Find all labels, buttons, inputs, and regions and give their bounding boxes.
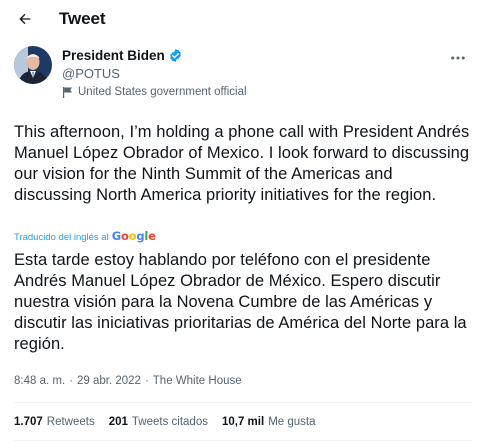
tweet-source[interactable]: The White House [153, 375, 242, 387]
quote-tweets-stat[interactable]: 201 Tweets citados [109, 416, 208, 428]
quote-tweets-label: Tweets citados [131, 416, 208, 428]
likes-stat[interactable]: 10,7 mil Me gusta [222, 416, 316, 428]
retweets-count: 1.707 [14, 416, 43, 428]
back-button[interactable] [11, 5, 39, 33]
translated-by-text: Traducido del inglés al [14, 232, 109, 243]
tweet-stats: 1.707 Retweets 201 Tweets citados 10,7 m… [14, 416, 316, 428]
author-name[interactable]: President Biden [62, 48, 165, 63]
divider [14, 402, 472, 403]
translation-attribution[interactable]: Traducido del inglés al Google [14, 229, 156, 243]
more-options-button[interactable] [448, 48, 468, 68]
tweet-meta: 8:48 a. m. · 29 abr. 2022 · The White Ho… [14, 375, 242, 387]
tweet-text: This afternoon, I’m holding a phone call… [14, 123, 470, 204]
likes-count: 10,7 mil [221, 416, 265, 428]
google-logo: Google [111, 229, 156, 243]
verified-badge-icon [169, 48, 181, 63]
retweets-stat[interactable]: 1.707 Retweets [14, 416, 95, 428]
avatar-photo [14, 46, 52, 84]
tweet-date[interactable]: 29 abr. 2022 [77, 375, 141, 387]
author-handle[interactable]: @POTUS [62, 66, 120, 81]
quote-tweets-count: 201 [108, 416, 128, 428]
retweets-label: Retweets [46, 416, 95, 428]
divider [14, 440, 472, 441]
arrow-left-icon [19, 13, 31, 25]
meta-separator: · [144, 375, 149, 387]
avatar[interactable] [14, 46, 52, 84]
likes-label: Me gusta [268, 416, 316, 428]
top-bar: Tweet [0, 0, 482, 38]
meta-separator: · [69, 375, 73, 387]
tweet-translation: Esta tarde estoy hablando por teléfono c… [14, 251, 467, 353]
government-label-text: United States government official [78, 86, 247, 98]
more-horizontal-icon [451, 56, 465, 60]
author-name-row[interactable]: President Biden [62, 48, 183, 63]
tweet-time[interactable]: 8:48 a. m. [14, 375, 65, 387]
government-label[interactable]: United States government official [62, 86, 247, 98]
page-title: Tweet [59, 9, 106, 28]
flag-icon [63, 87, 72, 98]
